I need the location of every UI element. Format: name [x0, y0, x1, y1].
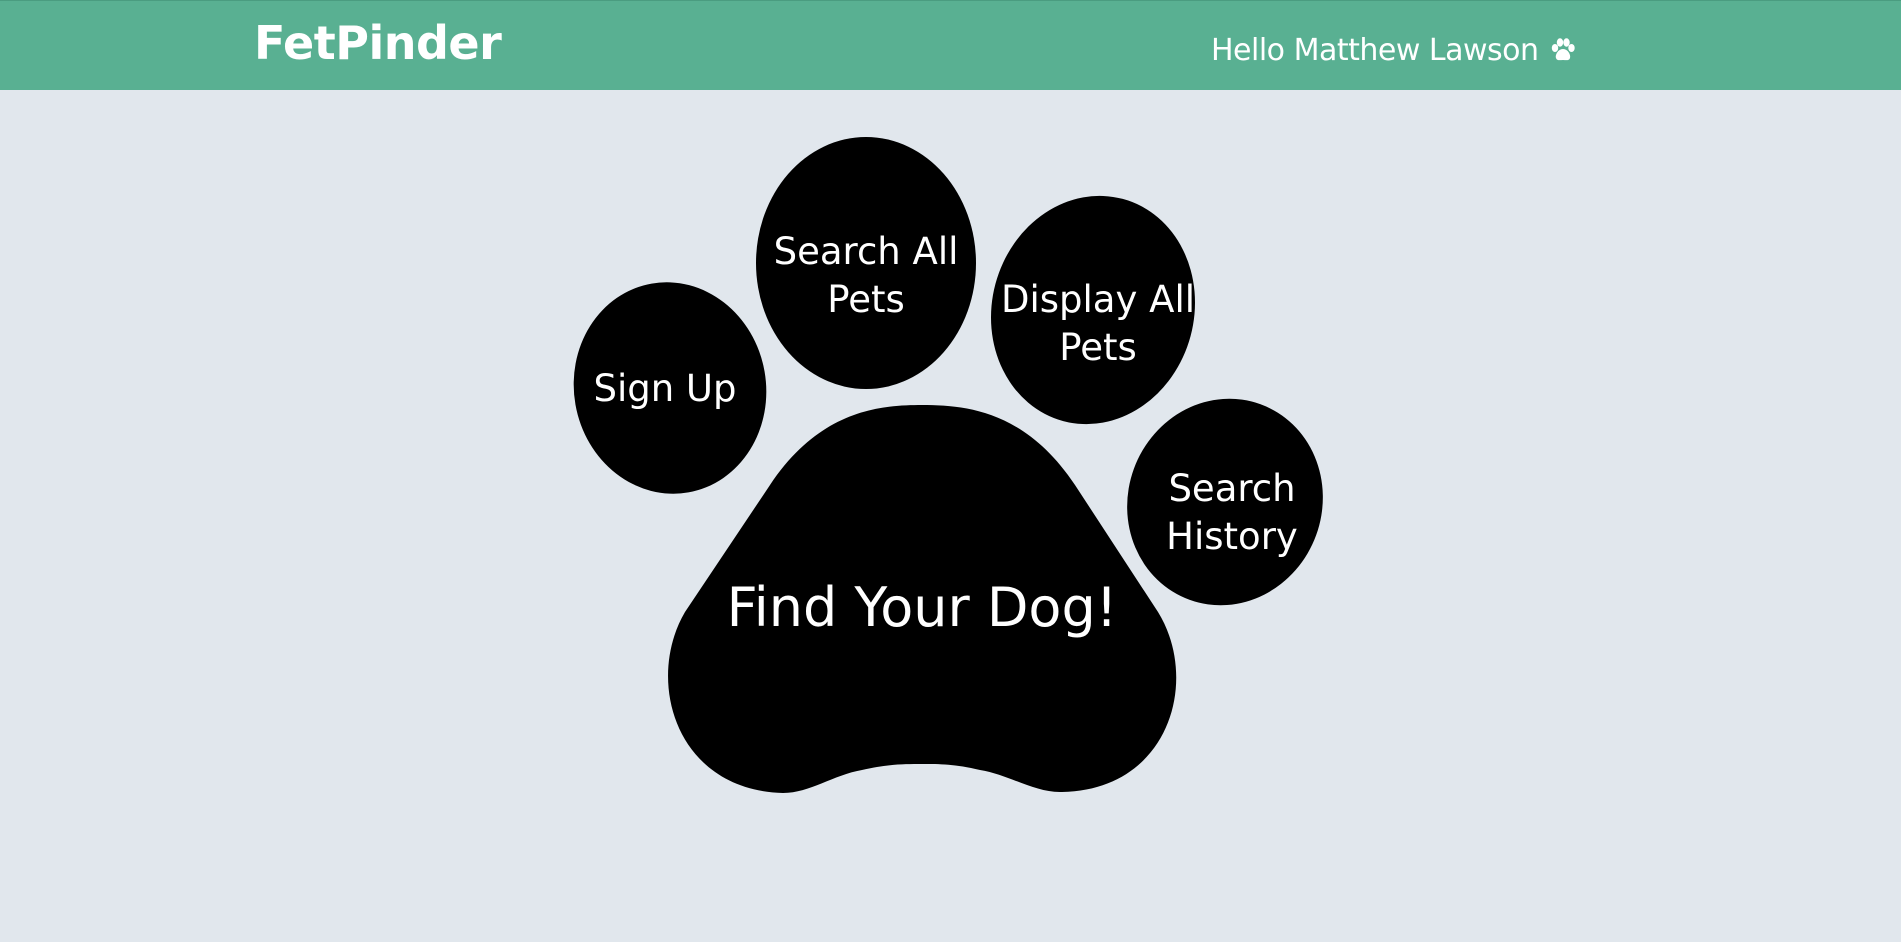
display-all-pets-label-line2[interactable]: Pets — [1059, 326, 1137, 369]
display-all-pets-button[interactable]: Display All Pets — [966, 173, 1221, 447]
paw-graphic: Sign Up Search All Pets Display All Pets… — [557, 137, 1323, 793]
search-all-pets-button[interactable]: Search All Pets — [756, 137, 976, 389]
sign-up-label[interactable]: Sign Up — [593, 367, 736, 410]
find-your-dog-button[interactable]: Find Your Dog! — [668, 405, 1177, 793]
paw-navigation: Sign Up Search All Pets Display All Pets… — [0, 0, 1901, 942]
search-history-label-line2[interactable]: History — [1166, 515, 1298, 558]
find-your-dog-label[interactable]: Find Your Dog! — [727, 576, 1118, 639]
sign-up-button[interactable]: Sign Up — [557, 267, 783, 509]
search-all-pets-label-line1[interactable]: Search All — [774, 230, 959, 273]
search-history-label-line1[interactable]: Search — [1168, 467, 1295, 510]
display-all-pets-label-line1[interactable]: Display All — [1001, 278, 1195, 321]
search-all-pets-label-line2[interactable]: Pets — [827, 278, 905, 321]
